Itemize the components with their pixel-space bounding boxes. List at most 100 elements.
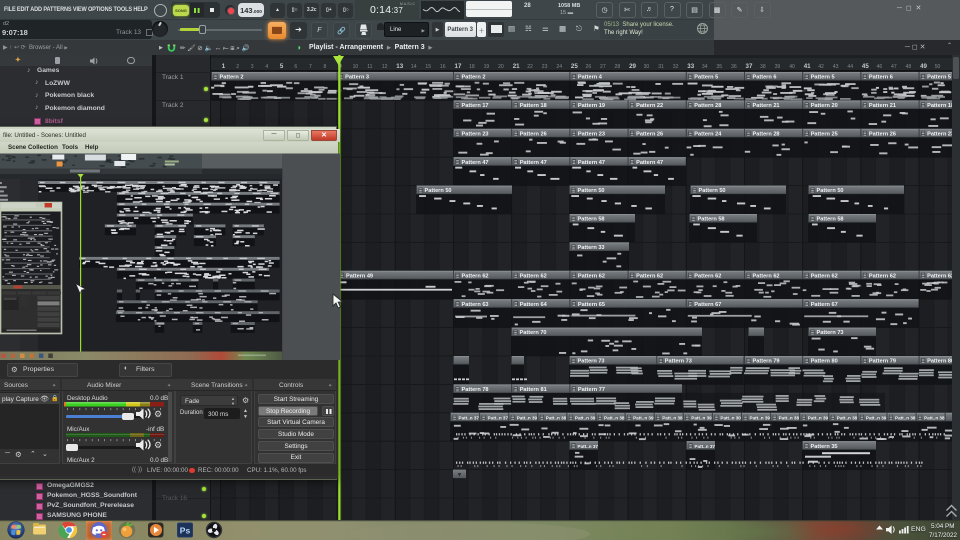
svg-text:Patt..n 37: Patt..n 37	[488, 415, 509, 420]
svg-text:11: 11	[367, 64, 372, 70]
svg-text:Patt..n 39: Patt..n 39	[633, 415, 654, 420]
svg-text:29: 29	[629, 63, 636, 70]
svg-text:37: 37	[746, 63, 753, 70]
svg-text:Pattern 28: Pattern 28	[753, 131, 780, 137]
svg-text:Pattern 19: Pattern 19	[578, 103, 605, 109]
svg-text:Pattern 6: Pattern 6	[753, 75, 777, 81]
svg-text:20: 20	[498, 64, 504, 70]
svg-text:48: 48	[906, 64, 912, 70]
svg-text:38: 38	[760, 64, 766, 70]
svg-text:Pattern 70: Pattern 70	[520, 330, 547, 336]
svg-text:Pattern 73: Pattern 73	[665, 359, 692, 365]
svg-text:Pattern 23: Pattern 23	[462, 131, 489, 137]
svg-text:3: 3	[251, 64, 254, 70]
svg-text:Patt..n 30: Patt..n 30	[720, 415, 741, 420]
svg-text:32: 32	[673, 64, 679, 70]
svg-text:Pattern 58: Pattern 58	[578, 217, 605, 223]
svg-text:Pattern 62: Pattern 62	[927, 273, 954, 279]
svg-text:39: 39	[775, 64, 781, 70]
svg-text:44: 44	[847, 64, 853, 70]
svg-text:Pattern 5: Pattern 5	[927, 75, 951, 81]
svg-text:Pattern 78: Pattern 78	[462, 387, 489, 393]
svg-text:45: 45	[862, 63, 869, 70]
svg-text:Pattern 64: Pattern 64	[520, 302, 548, 308]
svg-text:Patt..n 39: Patt..n 39	[866, 415, 887, 420]
svg-text:Patt..n 39: Patt..n 39	[691, 415, 712, 420]
svg-text:Pattern 47: Pattern 47	[462, 160, 489, 166]
svg-text:Pattern 25: Pattern 25	[811, 131, 838, 137]
svg-text:4: 4	[265, 64, 268, 70]
svg-text:Pattern 80: Pattern 80	[927, 359, 954, 365]
svg-text:50: 50	[935, 64, 941, 70]
svg-text:Pattern 23: Pattern 23	[927, 131, 954, 137]
svg-text:5: 5	[280, 63, 284, 70]
svg-text:22: 22	[527, 64, 533, 70]
svg-text:Pattern 33: Pattern 33	[578, 245, 605, 251]
svg-text:Pattern 79: Pattern 79	[869, 359, 896, 365]
svg-text:Pattern 63: Pattern 63	[462, 302, 489, 308]
svg-text:41: 41	[804, 63, 811, 70]
svg-text:Patt..n 37: Patt..n 37	[459, 415, 480, 420]
svg-text:36: 36	[731, 64, 737, 70]
svg-text:33: 33	[687, 63, 694, 70]
svg-text:Pattern 67: Pattern 67	[811, 302, 838, 308]
svg-text:Pattern 22: Pattern 22	[636, 103, 663, 109]
svg-text:Pattern 26: Pattern 26	[869, 131, 896, 137]
svg-text:23: 23	[542, 64, 548, 70]
svg-text:Patt..n 39: Patt..n 39	[575, 415, 596, 420]
svg-text:21: 21	[513, 63, 520, 70]
svg-text:Pattern 21: Pattern 21	[869, 103, 896, 109]
svg-text:Pattern 26: Pattern 26	[520, 131, 547, 137]
svg-text:Pattern 5: Pattern 5	[694, 75, 718, 81]
svg-text:10: 10	[353, 64, 359, 70]
svg-text:Pattern 50: Pattern 50	[425, 188, 452, 194]
svg-text:28: 28	[615, 64, 621, 70]
svg-text:42: 42	[818, 64, 824, 70]
svg-text:Pattern 67: Pattern 67	[694, 302, 721, 308]
svg-text:Pattern 18: Pattern 18	[520, 103, 547, 109]
svg-text:13: 13	[396, 63, 403, 70]
svg-text:Pattern 24: Pattern 24	[694, 131, 722, 137]
svg-text:Patt..n 39: Patt..n 39	[517, 415, 538, 420]
svg-text:30: 30	[644, 64, 650, 70]
svg-text:Pattern 47: Pattern 47	[636, 160, 663, 166]
svg-text:Pattern 62: Pattern 62	[636, 273, 663, 279]
svg-text:47: 47	[891, 64, 897, 70]
svg-text:Pattern 62: Pattern 62	[753, 273, 780, 279]
svg-text:Pattern 62: Pattern 62	[811, 273, 838, 279]
svg-text:Pattern 2: Pattern 2	[220, 75, 244, 81]
svg-text:2: 2	[236, 64, 239, 70]
svg-text:Patt..n 38: Patt..n 38	[662, 415, 683, 420]
svg-text:14: 14	[411, 64, 417, 70]
svg-text:Pattern 50: Pattern 50	[578, 188, 605, 194]
svg-text:31: 31	[658, 64, 664, 70]
svg-text:Pattern 73: Pattern 73	[817, 330, 844, 336]
svg-text:26: 26	[586, 64, 592, 70]
svg-text:46: 46	[877, 64, 883, 70]
svg-text:34: 34	[702, 64, 708, 70]
svg-text:▼: ▼	[457, 472, 463, 478]
svg-text:Pattern 26: Pattern 26	[636, 131, 663, 137]
svg-text:Pattern 65: Pattern 65	[578, 302, 605, 308]
svg-text:Pattern 79: Pattern 79	[753, 359, 780, 365]
svg-text:Patt..n 38: Patt..n 38	[604, 415, 625, 420]
svg-text:Pattern 58: Pattern 58	[817, 217, 844, 223]
svg-text:Patt..n 38: Patt..n 38	[546, 415, 567, 420]
svg-text:Pattern 6: Pattern 6	[869, 75, 893, 81]
svg-text:Pattern 62: Pattern 62	[578, 273, 605, 279]
svg-text:Pattern 58: Pattern 58	[698, 217, 725, 223]
svg-text:Pattern 77: Pattern 77	[578, 387, 605, 393]
svg-text:43: 43	[833, 64, 839, 70]
svg-text:Pattern 50: Pattern 50	[817, 188, 844, 194]
svg-text:Pattern 23: Pattern 23	[578, 131, 605, 137]
svg-text:Pattern 81: Pattern 81	[520, 387, 547, 393]
svg-text:Pattern 73: Pattern 73	[578, 359, 605, 365]
svg-text:7: 7	[309, 64, 312, 70]
svg-text:Pattern 20: Pattern 20	[811, 103, 838, 109]
svg-text:Pattern 21: Pattern 21	[753, 103, 780, 109]
svg-text:18: 18	[469, 64, 475, 70]
svg-text:Pattern 2: Pattern 2	[462, 75, 486, 81]
svg-text:12: 12	[382, 64, 388, 70]
svg-text:Patt..n 38: Patt..n 38	[895, 415, 916, 420]
svg-text:Patt..n 37: Patt..n 37	[695, 444, 716, 449]
